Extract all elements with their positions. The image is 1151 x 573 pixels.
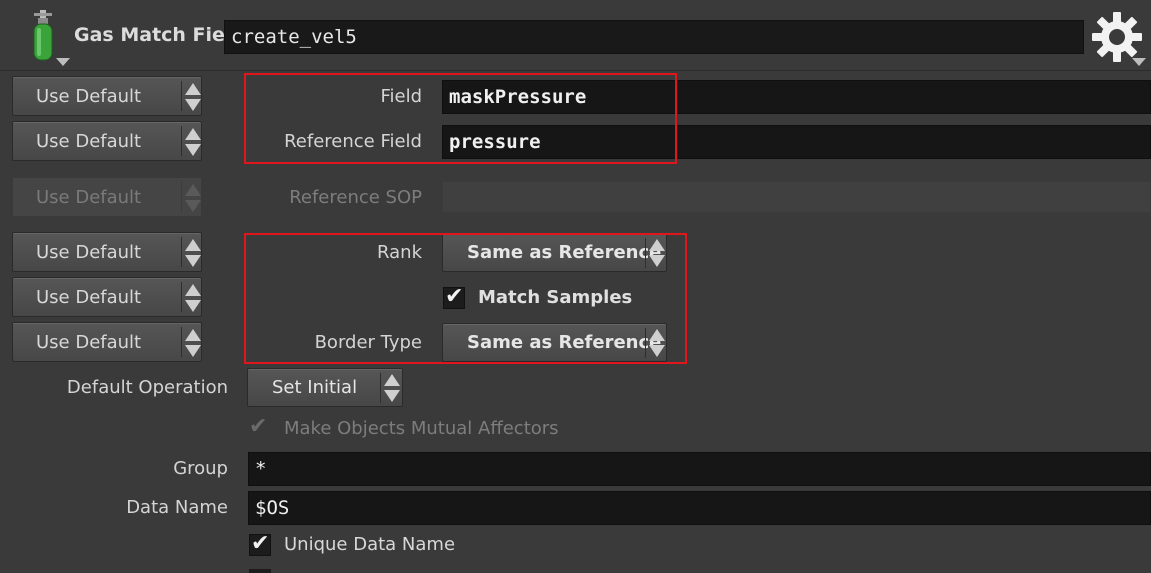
- use-default-menu-border-type[interactable]: Use Default: [12, 322, 202, 362]
- node-name-field[interactable]: create_vel5: [224, 20, 1084, 54]
- use-default-label: Use Default: [36, 332, 142, 353]
- menu-separator: [181, 282, 182, 312]
- menu-separator: [181, 327, 182, 357]
- highlight-box-rank-border: [244, 233, 687, 364]
- gear-menu-arrow-icon[interactable]: [1132, 58, 1146, 66]
- updown-arrows-icon: [185, 183, 201, 213]
- menu-separator: [181, 126, 182, 156]
- highlight-box-fields: [244, 73, 677, 164]
- menu-separator: [181, 81, 182, 111]
- use-default-menu-match-samples[interactable]: Use Default: [12, 277, 202, 317]
- use-default-label: Use Default: [36, 187, 142, 208]
- use-default-label: Use Default: [36, 86, 142, 107]
- use-default-menu-reference-sop: Use Default: [12, 177, 202, 217]
- node-type-label: Gas Match Field: [74, 24, 246, 46]
- reference-sop-input: [442, 181, 1151, 213]
- default-operation-menu[interactable]: Set Initial: [247, 368, 403, 407]
- default-operation-menu-value: Set Initial: [272, 377, 358, 398]
- use-default-label: Use Default: [36, 287, 142, 308]
- updown-arrows-icon: [185, 283, 201, 313]
- use-default-label: Use Default: [36, 131, 142, 152]
- unique-data-name-checkbox[interactable]: ✔: [249, 531, 271, 556]
- default-operation-label: Default Operation: [66, 377, 228, 398]
- mutual-affectors-label: Make Objects Mutual Affectors: [284, 418, 559, 439]
- gear-icon[interactable]: [1090, 10, 1144, 64]
- menu-separator: [380, 373, 381, 403]
- gas-cylinder-icon[interactable]: [28, 8, 58, 66]
- updown-arrows-icon: [185, 82, 201, 112]
- updown-arrows-icon: [185, 328, 201, 358]
- checkmark-icon: ✔: [251, 531, 270, 556]
- menu-separator: [181, 237, 182, 267]
- updown-arrows-icon: [185, 238, 201, 268]
- next-row-checkbox[interactable]: [249, 569, 271, 573]
- unique-data-name-label: Unique Data Name: [284, 534, 456, 555]
- mutual-affectors-checkbox: ✔: [248, 414, 270, 440]
- use-default-menu-reference-field[interactable]: Use Default: [12, 121, 202, 161]
- use-default-label: Use Default: [36, 242, 142, 263]
- group-input[interactable]: *: [248, 452, 1151, 486]
- checkmark-icon: ✔: [249, 414, 268, 439]
- updown-arrows-icon: [185, 127, 201, 157]
- updown-arrows-icon: [384, 373, 400, 403]
- data-name-input[interactable]: $OS: [248, 491, 1151, 525]
- group-label: Group: [173, 458, 228, 479]
- menu-separator: [181, 182, 182, 212]
- data-name-label: Data Name: [126, 497, 228, 518]
- use-default-menu-rank[interactable]: Use Default: [12, 232, 202, 272]
- reference-sop-label: Reference SOP: [289, 187, 422, 208]
- node-menu-arrow-icon[interactable]: [56, 58, 70, 66]
- use-default-menu-field[interactable]: Use Default: [12, 76, 202, 116]
